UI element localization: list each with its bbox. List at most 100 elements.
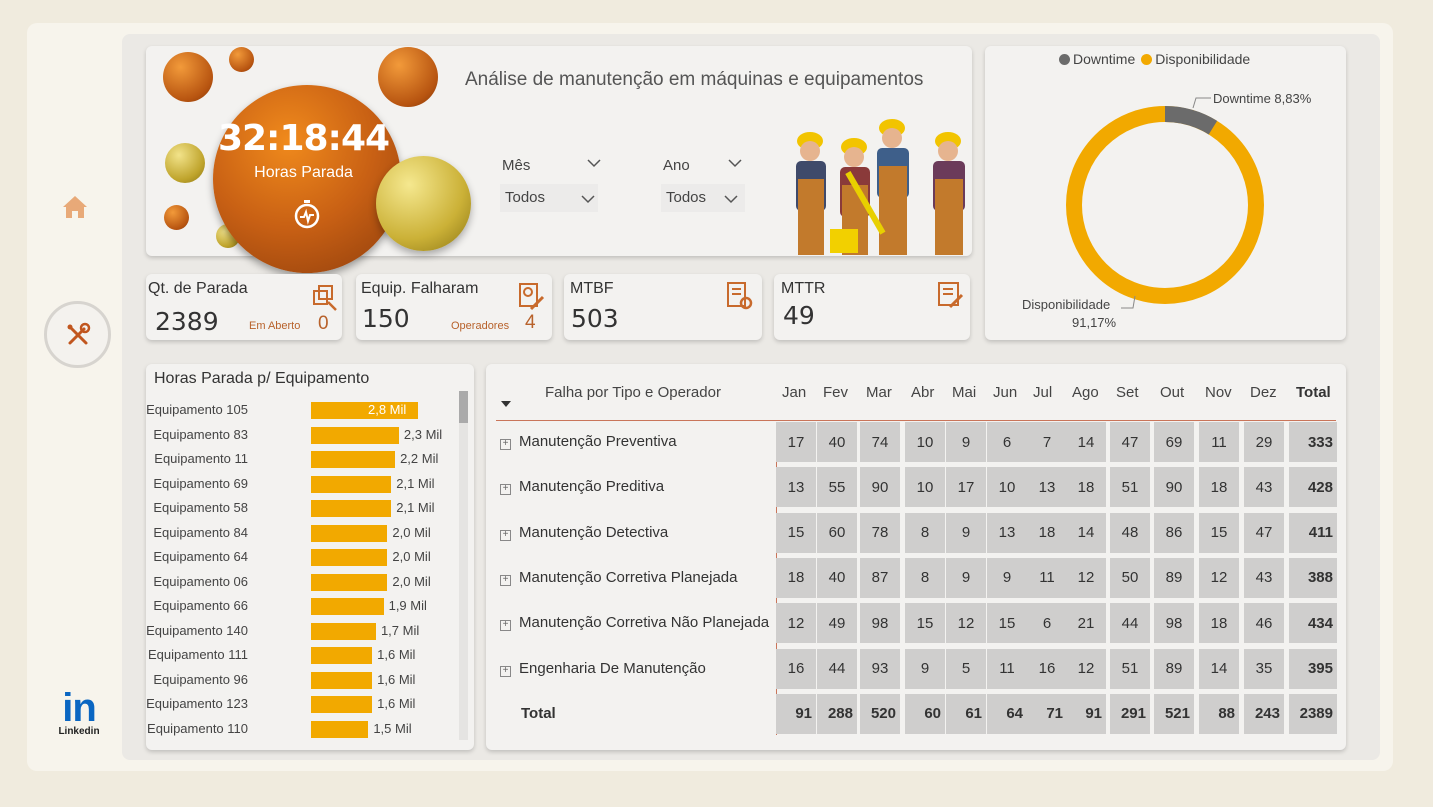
matrix-cell[interactable]: 43 [1244, 467, 1284, 508]
scrollbar-thumb[interactable] [459, 391, 468, 423]
chevron-down-icon[interactable] [723, 193, 739, 205]
column-header[interactable]: Nov [1205, 384, 1232, 401]
column-header[interactable]: Abr [911, 384, 934, 401]
matrix-cell[interactable]: 9 [905, 648, 945, 689]
bar[interactable] [311, 451, 396, 468]
matrix-cell[interactable]: 90 [860, 467, 900, 508]
matrix-cell[interactable]: 51 [1110, 648, 1150, 689]
matrix-cell[interactable]: 89 [1154, 557, 1194, 598]
matrix-cell[interactable]: 16 [1027, 648, 1067, 689]
bar-row[interactable]: Equipamento 84 2,0 Mil [146, 522, 456, 546]
bar-row[interactable]: Equipamento 105 2,8 Mil [146, 399, 456, 423]
bar[interactable] [311, 573, 388, 591]
row-label[interactable]: + Manutenção Corretiva Planejada [500, 569, 737, 586]
matrix-cell[interactable]: 18 [1027, 512, 1067, 553]
matrix-cell[interactable]: 17 [776, 422, 816, 462]
bar[interactable] [311, 720, 369, 738]
bar-row[interactable]: Equipamento 66 1,9 Mil [146, 595, 456, 619]
tools-nav-button[interactable] [44, 301, 111, 368]
matrix-cell[interactable]: 44 [817, 648, 857, 689]
bar[interactable] [311, 696, 373, 713]
sort-down-icon[interactable] [500, 400, 512, 408]
matrix-cell[interactable]: 47 [1110, 422, 1150, 462]
expand-icon[interactable]: + [500, 620, 511, 632]
expand-icon[interactable]: + [500, 665, 511, 677]
matrix-row-header[interactable]: Falha por Tipo e Operador [545, 384, 721, 401]
expand-icon[interactable]: + [500, 439, 511, 450]
matrix-cell[interactable]: 12 [946, 603, 986, 644]
donut-slice-availability[interactable] [1066, 106, 1264, 304]
matrix-cell[interactable]: 98 [1154, 603, 1194, 644]
matrix-cell[interactable]: 78 [860, 512, 900, 553]
matrix-cell[interactable]: 12 [1066, 648, 1106, 689]
matrix-cell[interactable]: 11 [1199, 422, 1239, 462]
total-row-label[interactable]: Total [521, 705, 556, 722]
row-label[interactable]: + Manutenção Preditiva [500, 478, 664, 496]
matrix-cell[interactable]: 291 [1110, 693, 1150, 734]
bar[interactable] [311, 598, 384, 615]
matrix-cell[interactable]: 60 [905, 693, 945, 734]
matrix-cell[interactable]: 10 [987, 467, 1027, 508]
matrix-cell[interactable]: 64 [987, 693, 1027, 734]
matrix-cell[interactable]: 60 [817, 512, 857, 553]
matrix-cell[interactable]: 49 [817, 603, 857, 644]
matrix-cell[interactable]: 55 [817, 467, 857, 508]
matrix-cell[interactable]: 14 [1199, 648, 1239, 689]
matrix-cell[interactable]: 9 [946, 512, 986, 553]
matrix-cell[interactable]: 15 [987, 603, 1027, 644]
matrix-cell[interactable]: 14 [1066, 422, 1106, 462]
matrix-cell[interactable]: 12 [776, 603, 816, 644]
matrix-cell[interactable]: 43 [1244, 557, 1284, 598]
matrix-cell[interactable]: 87 [860, 557, 900, 598]
matrix-cell[interactable]: 86 [1154, 512, 1194, 553]
matrix-cell[interactable]: 13 [987, 512, 1027, 553]
bar[interactable] [311, 622, 376, 640]
matrix-cell[interactable]: 9 [946, 422, 986, 462]
linkedin-logo[interactable]: in Linkedin [54, 688, 104, 737]
matrix-cell[interactable]: 21 [1066, 603, 1106, 644]
column-header[interactable]: Dez [1250, 384, 1277, 401]
matrix-cell[interactable]: 395 [1289, 648, 1337, 689]
matrix-cell[interactable]: 69 [1154, 422, 1194, 462]
matrix-cell[interactable]: 46 [1244, 603, 1284, 644]
matrix-cell[interactable]: 18 [776, 557, 816, 598]
chevron-down-icon[interactable] [586, 157, 602, 169]
column-header[interactable]: Jun [993, 384, 1017, 401]
year-filter[interactable]: Ano [663, 157, 742, 174]
bar-row[interactable]: Equipamento 06 2,0 Mil [146, 571, 456, 595]
matrix-cell[interactable]: 93 [860, 648, 900, 689]
matrix-cell[interactable]: 50 [1110, 557, 1150, 598]
matrix-cell[interactable]: 98 [860, 603, 900, 644]
bar-row[interactable]: Equipamento 58 2,1 Mil [146, 497, 456, 521]
matrix-cell[interactable]: 388 [1289, 557, 1337, 598]
matrix-cell[interactable]: 91 [1066, 693, 1106, 734]
bar[interactable] [311, 524, 388, 542]
month-filter[interactable]: Mês [502, 157, 601, 174]
column-header[interactable]: Mar [866, 384, 892, 401]
column-header[interactable]: Total [1296, 384, 1331, 401]
matrix-cell[interactable]: 13 [776, 467, 816, 508]
matrix-cell[interactable]: 18 [1066, 467, 1106, 508]
matrix-cell[interactable]: 9 [987, 557, 1027, 598]
chevron-down-icon[interactable] [580, 193, 596, 205]
matrix-cell[interactable]: 16 [776, 648, 816, 689]
home-icon[interactable] [60, 192, 90, 222]
matrix-cell[interactable]: 10 [905, 422, 945, 462]
matrix-cell[interactable]: 243 [1244, 693, 1284, 734]
bar-row[interactable]: Equipamento 11 2,2 Mil [146, 448, 456, 472]
matrix-cell[interactable]: 44 [1110, 603, 1150, 644]
matrix-cell[interactable]: 13 [1027, 467, 1067, 508]
matrix-cell[interactable]: 91 [776, 693, 816, 734]
matrix-cell[interactable]: 2389 [1289, 693, 1337, 734]
matrix-cell[interactable]: 71 [1027, 693, 1067, 734]
matrix-cell[interactable]: 12 [1066, 557, 1106, 598]
bar[interactable] [311, 647, 373, 664]
matrix-cell[interactable]: 15 [776, 512, 816, 553]
bar-row[interactable]: Equipamento 64 2,0 Mil [146, 546, 456, 570]
matrix-cell[interactable]: 89 [1154, 648, 1194, 689]
matrix-cell[interactable]: 15 [905, 603, 945, 644]
bar-row[interactable]: Equipamento 83 2,3 Mil [146, 424, 456, 448]
row-label[interactable]: + Manutenção Corretiva Não Planejada [500, 614, 769, 632]
bar-row[interactable]: Equipamento 96 1,6 Mil [146, 669, 456, 693]
bar-row[interactable]: Equipamento 123 1,6 Mil [146, 693, 456, 717]
